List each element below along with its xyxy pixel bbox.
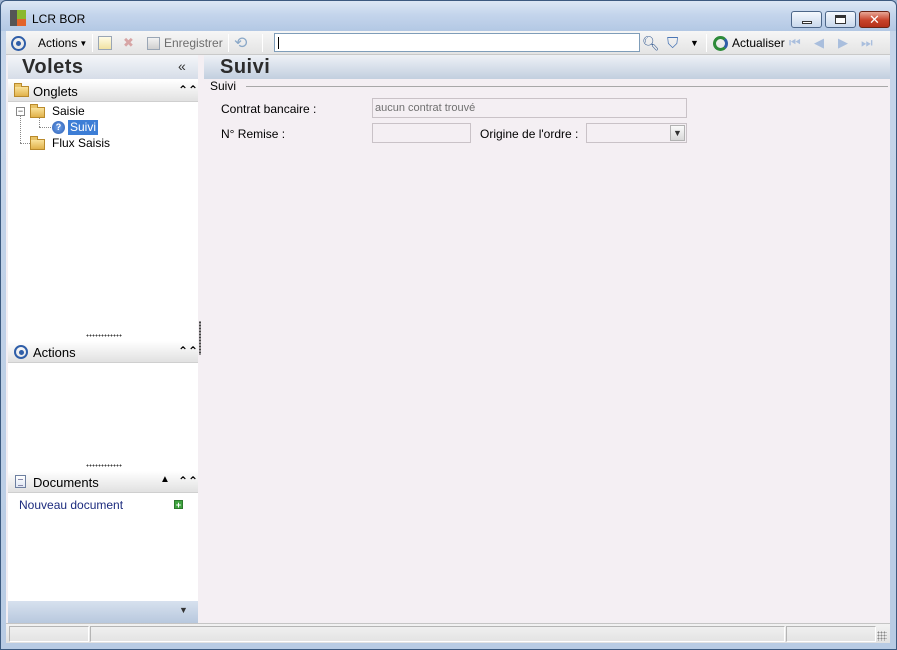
- app-window: LCR BOR ✕ Actions ▼ ✖ Enregistrer ⟲ 🔍︎ ⛉…: [0, 0, 897, 650]
- dropdown-arrow-icon: ▼: [79, 38, 88, 48]
- section-splitter[interactable]: [86, 464, 122, 467]
- refresh-button[interactable]: Actualiser: [713, 31, 785, 55]
- new-icon: [98, 36, 112, 50]
- new-record-button[interactable]: [98, 31, 112, 55]
- previous-record-button[interactable]: ◀: [814, 31, 824, 55]
- delete-button[interactable]: ✖: [123, 31, 134, 55]
- content-title: Suivi: [220, 56, 271, 78]
- title-bar: LCR BOR ✕: [1, 1, 896, 31]
- collapse-up-button[interactable]: ▲: [160, 474, 170, 485]
- origine-dropdown-button[interactable]: ▼: [670, 125, 685, 141]
- chevron-down-icon: ▼: [179, 605, 188, 615]
- status-bar: [6, 623, 890, 643]
- panel-header: Volets «: [8, 55, 198, 79]
- tree-item-flux-saisis[interactable]: Flux Saisis: [52, 136, 110, 150]
- origine-label: Origine de l'ordre :: [480, 127, 579, 141]
- last-icon: ⏭: [861, 35, 873, 50]
- toolbar: Actions ▼ ✖ Enregistrer ⟲ 🔍︎ ⛉ ▼ Actuali…: [6, 31, 890, 55]
- actions-section-label: Actions: [33, 345, 76, 360]
- side-panel: Volets « Onglets ⌃⌃ − Saisie ? Suivi Flu…: [8, 55, 198, 623]
- tabs-section-header[interactable]: Onglets ⌃⌃: [8, 80, 198, 102]
- contrat-value: aucun contrat trouvé: [375, 102, 476, 114]
- save-icon: [147, 36, 160, 50]
- filter-button[interactable]: ⛉: [667, 31, 678, 55]
- first-icon: ⏮: [789, 35, 801, 50]
- next-icon: ▶: [838, 35, 848, 50]
- new-document-link[interactable]: Nouveau document: [19, 498, 123, 512]
- tree-item-suivi[interactable]: Suivi: [68, 120, 99, 135]
- client-area: Volets « Onglets ⌃⌃ − Saisie ? Suivi Flu…: [6, 55, 890, 623]
- first-record-button[interactable]: ⏮: [789, 31, 801, 55]
- last-record-button[interactable]: ⏭: [861, 31, 873, 55]
- group-divider: [246, 86, 888, 87]
- collapse-panel-button[interactable]: «: [178, 58, 186, 74]
- actions-section-header[interactable]: Actions ⌃⌃: [8, 341, 198, 363]
- tree-expander-saisie[interactable]: −: [16, 107, 25, 116]
- double-chevron-left-icon: «: [178, 58, 186, 74]
- delete-icon: ✖: [123, 35, 134, 50]
- collapse-section-button[interactable]: ⌃⌃: [178, 83, 198, 97]
- document-icon: [15, 475, 26, 488]
- refresh-icon: [713, 35, 728, 51]
- filter-icon: ⛉: [667, 34, 679, 52]
- folder-icon: [30, 104, 45, 118]
- search-icon: 🔍︎: [642, 34, 660, 51]
- add-document-icon[interactable]: +: [174, 500, 183, 510]
- chevron-down-icon: ▼: [673, 128, 682, 138]
- panel-splitter[interactable]: [199, 321, 201, 355]
- sync-icon: ⟲: [234, 35, 248, 52]
- double-chevron-up-icon: ⌃⌃: [178, 474, 199, 488]
- folder-icon: [30, 136, 45, 150]
- collapse-section-button[interactable]: ⌃⌃: [178, 474, 198, 488]
- tabs-section-label: Onglets: [33, 84, 78, 99]
- origine-select[interactable]: ▼: [586, 123, 687, 143]
- close-icon: ✕: [869, 11, 880, 27]
- minimize-button[interactable]: [791, 11, 822, 28]
- panel-options-button[interactable]: ▼: [179, 605, 188, 615]
- save-button[interactable]: Enregistrer: [147, 31, 223, 55]
- actions-ring-icon[interactable]: [11, 31, 26, 55]
- group-legend: Suivi: [210, 79, 237, 93]
- documents-section-label: Documents: [33, 475, 99, 490]
- panel-title: Volets: [22, 56, 84, 78]
- actions-menu-label: Actions: [38, 36, 78, 50]
- double-chevron-up-icon: ⌃⌃: [178, 344, 199, 358]
- maximize-button[interactable]: [825, 11, 856, 28]
- resize-grip-icon[interactable]: [877, 631, 887, 641]
- window-title: LCR BOR: [32, 12, 86, 26]
- previous-icon: ◀: [814, 35, 824, 50]
- search-input[interactable]: [274, 33, 640, 52]
- filter-dropdown-button[interactable]: ▼: [690, 31, 699, 55]
- remise-label: N° Remise :: [221, 127, 286, 141]
- content-header: Suivi: [204, 55, 890, 79]
- dropdown-arrow-icon: ▼: [690, 38, 699, 48]
- section-splitter[interactable]: [86, 334, 122, 337]
- panel-footer-bar: ▼: [8, 601, 198, 623]
- documents-section-header[interactable]: Documents ▲ ⌃⌃: [8, 471, 198, 493]
- close-button[interactable]: ✕: [859, 11, 890, 28]
- app-logo-icon: [10, 10, 26, 26]
- sync-button[interactable]: ⟲: [234, 31, 247, 55]
- next-record-button[interactable]: ▶: [838, 31, 848, 55]
- search-button[interactable]: 🔍︎: [642, 31, 660, 55]
- double-chevron-up-icon: ⌃⌃: [178, 83, 199, 97]
- save-label: Enregistrer: [164, 36, 223, 50]
- status-cell-3: [786, 626, 876, 642]
- chevron-up-icon: ▲: [160, 474, 170, 485]
- help-icon: ?: [52, 121, 65, 134]
- tree-item-saisie[interactable]: Saisie: [52, 104, 85, 118]
- contrat-field[interactable]: aucun contrat trouvé: [372, 98, 687, 118]
- contrat-label: Contrat bancaire :: [221, 102, 317, 116]
- minimize-icon: [801, 21, 812, 24]
- maximize-icon: [835, 15, 846, 24]
- collapse-section-button[interactable]: ⌃⌃: [178, 344, 198, 358]
- actions-menu-button[interactable]: Actions ▼: [38, 31, 87, 55]
- refresh-label: Actualiser: [732, 36, 785, 50]
- status-cell-1: [9, 626, 89, 642]
- status-cell-2: [90, 626, 785, 642]
- remise-field[interactable]: [372, 123, 471, 143]
- actions-ring-icon: [14, 345, 28, 359]
- folder-icon: [14, 83, 29, 97]
